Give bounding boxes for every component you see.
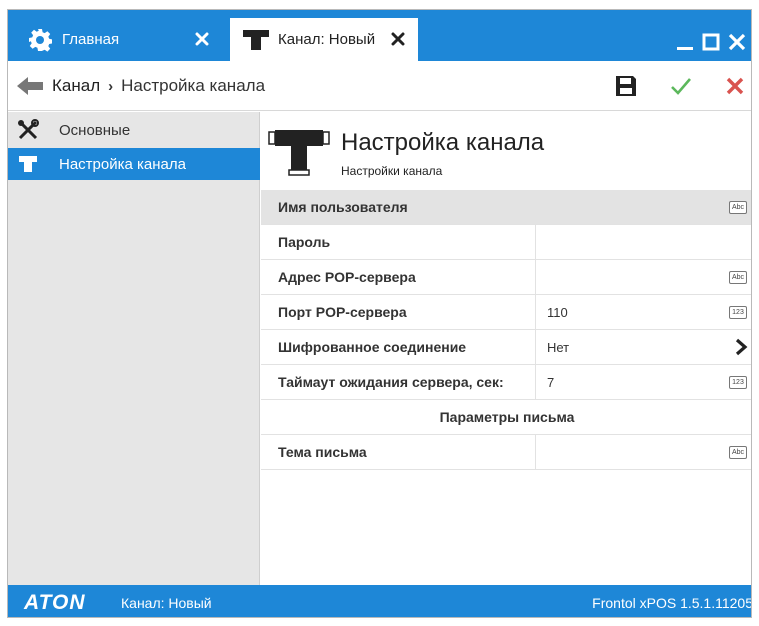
breadcrumb-current: Настройка канала (121, 76, 266, 95)
server-timeout-field[interactable]: 7 (535, 365, 751, 399)
table-row[interactable]: Порт POP-сервера 110 123 (261, 295, 751, 330)
pop-server-port-field[interactable]: 110 (535, 295, 751, 329)
tools-icon (17, 119, 39, 141)
sidebar-item-channel-settings[interactable]: Настройка канала (8, 148, 260, 180)
app-window: Главная Канал: Новый Канал › Настройка к… (7, 9, 752, 618)
sidebar-item-label: Настройка канала (59, 155, 186, 173)
toolbar: Канал › Настройка канала (8, 61, 751, 111)
email-subject-field[interactable] (535, 435, 751, 469)
table-row[interactable]: Тема письма Abc (261, 435, 751, 470)
breadcrumb-root[interactable]: Канал (52, 76, 100, 96)
text-type-icon: Abc (729, 271, 747, 284)
field-name: Адрес POP-сервера (278, 269, 416, 285)
sidebar-item-basic[interactable]: Основные (8, 114, 260, 146)
aton-logo: ATON (24, 591, 86, 614)
table-row[interactable]: Таймаут ожидания сервера, сек: 7 123 (261, 365, 751, 400)
pop-server-address-field[interactable] (535, 260, 751, 294)
text-type-icon: Abc (729, 201, 747, 214)
page-title: Настройка канала (341, 129, 545, 156)
number-type-icon: 123 (729, 376, 747, 389)
tab-home[interactable]: Главная (14, 18, 222, 61)
settings-grid: Имя пользователя Abc Пароль Адрес POP-се… (261, 190, 751, 470)
minimize-icon[interactable] (675, 31, 695, 53)
cancel-icon[interactable] (722, 73, 748, 99)
tab-home-label: Главная (62, 31, 120, 48)
chevron-right-icon[interactable] (734, 338, 748, 356)
table-row[interactable]: Шифрованное соединение Нет (261, 330, 751, 365)
title-bar: Главная Канал: Новый (8, 10, 751, 61)
close-icon[interactable] (192, 29, 212, 49)
password-field[interactable] (535, 225, 751, 259)
text-type-icon: Abc (729, 446, 747, 459)
status-document: Канал: Новый (121, 595, 212, 611)
sidebar-item-label: Основные (59, 121, 131, 139)
field-name: Порт POP-сервера (278, 304, 407, 320)
table-row[interactable]: Имя пользователя Abc (261, 190, 751, 225)
breadcrumb-separator: › (108, 77, 114, 95)
breadcrumb: Канал › Настройка канала (52, 76, 265, 96)
number-type-icon: 123 (729, 306, 747, 319)
field-name: Шифрованное соединение (278, 339, 467, 355)
tee-icon (242, 26, 270, 54)
close-icon[interactable] (388, 29, 408, 49)
main-panel: Настройка канала Настройки канала Имя по… (261, 112, 751, 585)
field-name: Таймаут ожидания сервера, сек: (278, 374, 504, 390)
status-version: Frontol xPOS 1.5.1.11205 (592, 595, 752, 611)
tee-icon (267, 126, 331, 176)
encrypted-connection-select[interactable]: Нет (535, 330, 751, 364)
maximize-icon[interactable] (701, 31, 721, 53)
username-field[interactable] (535, 190, 751, 224)
check-icon[interactable] (668, 73, 694, 99)
window-controls (675, 28, 747, 56)
tab-channel-label: Канал: Новый (278, 31, 376, 48)
field-name: Имя пользователя (278, 199, 408, 215)
section-header: Параметры письма (261, 400, 751, 435)
table-row[interactable]: Адрес POP-сервера Abc (261, 260, 751, 295)
back-arrow-icon[interactable] (16, 75, 44, 97)
tab-channel[interactable]: Канал: Новый (230, 18, 418, 61)
save-icon[interactable] (613, 73, 639, 99)
page-subtitle: Настройки канала (341, 164, 443, 178)
tee-icon (17, 153, 39, 175)
status-bar: ATON Канал: Новый Frontol xPOS 1.5.1.112… (8, 585, 752, 617)
field-name: Пароль (278, 234, 331, 250)
sidebar: Основные Настройка канала (8, 112, 260, 585)
gear-icon (26, 26, 54, 54)
close-icon[interactable] (727, 31, 747, 53)
table-row[interactable]: Пароль (261, 225, 751, 260)
section-title: Параметры письма (439, 409, 575, 425)
field-name: Тема письма (278, 444, 367, 460)
